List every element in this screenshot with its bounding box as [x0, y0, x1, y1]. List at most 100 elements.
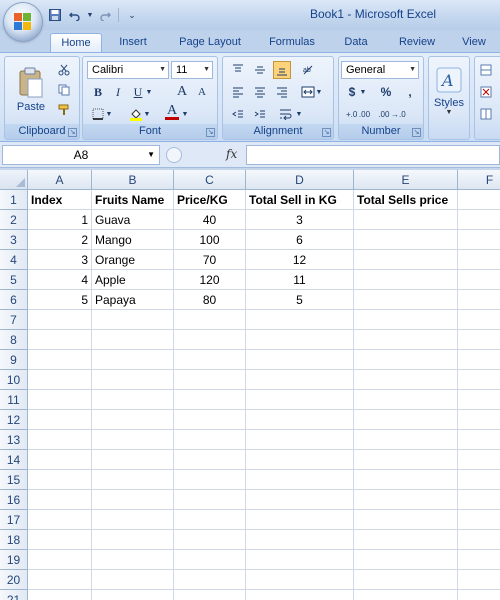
tab-data[interactable]: Data — [336, 33, 376, 52]
cell-d4[interactable]: 12 — [246, 250, 354, 270]
undo-icon[interactable] — [66, 7, 84, 23]
cell-e20[interactable] — [354, 570, 458, 590]
cell-b17[interactable] — [92, 510, 174, 530]
cell-e4[interactable] — [354, 250, 458, 270]
shrink-font-button[interactable]: A — [193, 83, 211, 101]
cell-f4[interactable] — [458, 250, 500, 270]
column-header-b[interactable]: B — [92, 170, 174, 190]
cell-d1[interactable]: Total Sell in KG — [246, 190, 354, 210]
number-format-select[interactable]: General ▼ — [341, 61, 419, 79]
wrap-text-icon[interactable] — [277, 105, 295, 123]
cell-f12[interactable] — [458, 410, 500, 430]
cut-icon[interactable] — [55, 61, 73, 79]
cell-f9[interactable] — [458, 350, 500, 370]
font-name-select[interactable]: Calibri ▼ — [87, 61, 169, 79]
cell-a3[interactable]: 2 — [28, 230, 92, 250]
cell-f11[interactable] — [458, 390, 500, 410]
cell-e19[interactable] — [354, 550, 458, 570]
align-bottom-icon[interactable] — [273, 61, 291, 79]
row-header-9[interactable]: 9 — [0, 350, 28, 370]
cell-e15[interactable] — [354, 470, 458, 490]
currency-dropdown-icon[interactable]: ▼ — [359, 83, 367, 101]
cell-d19[interactable] — [246, 550, 354, 570]
cell-a8[interactable] — [28, 330, 92, 350]
cell-a21[interactable] — [28, 590, 92, 600]
dropdown-icon[interactable]: ▼ — [86, 7, 94, 23]
cell-f7[interactable] — [458, 310, 500, 330]
comma-button[interactable]: , — [401, 83, 419, 101]
tab-view[interactable]: View — [454, 33, 494, 52]
bold-button[interactable]: B — [89, 83, 107, 101]
cell-e21[interactable] — [354, 590, 458, 600]
cell-a12[interactable] — [28, 410, 92, 430]
cell-d6[interactable]: 5 — [246, 290, 354, 310]
formula-input[interactable] — [246, 145, 500, 165]
cell-e7[interactable] — [354, 310, 458, 330]
row-header-20[interactable]: 20 — [0, 570, 28, 590]
cell-d18[interactable] — [246, 530, 354, 550]
cell-f5[interactable] — [458, 270, 500, 290]
format-cells-icon[interactable] — [477, 105, 495, 123]
insert-cells-icon[interactable] — [477, 61, 495, 79]
cell-c20[interactable] — [174, 570, 246, 590]
cell-b11[interactable] — [92, 390, 174, 410]
cell-f3[interactable] — [458, 230, 500, 250]
cell-f18[interactable] — [458, 530, 500, 550]
cell-e2[interactable] — [354, 210, 458, 230]
cell-a20[interactable] — [28, 570, 92, 590]
cell-a10[interactable] — [28, 370, 92, 390]
cell-a7[interactable] — [28, 310, 92, 330]
cell-a17[interactable] — [28, 510, 92, 530]
italic-button[interactable]: I — [109, 83, 127, 101]
column-header-e[interactable]: E — [354, 170, 458, 190]
increase-indent-icon[interactable] — [251, 105, 269, 123]
alignment-launcher-icon[interactable]: ↘ — [322, 128, 331, 137]
cell-d10[interactable] — [246, 370, 354, 390]
column-header-c[interactable]: C — [174, 170, 246, 190]
decrease-decimal-button[interactable]: .00 →.0 — [377, 105, 407, 123]
increase-decimal-button[interactable]: +.0 .00 — [343, 105, 373, 123]
cell-c3[interactable]: 100 — [174, 230, 246, 250]
cell-d17[interactable] — [246, 510, 354, 530]
cell-b9[interactable] — [92, 350, 174, 370]
font-size-select[interactable]: 11 ▼ — [171, 61, 213, 79]
cell-a11[interactable] — [28, 390, 92, 410]
cell-a5[interactable]: 4 — [28, 270, 92, 290]
tab-formulas[interactable]: Formulas — [260, 33, 324, 52]
cell-a13[interactable] — [28, 430, 92, 450]
cell-a18[interactable] — [28, 530, 92, 550]
name-box[interactable]: A8 ▼ — [2, 145, 160, 165]
save-icon[interactable] — [46, 7, 64, 23]
number-launcher-icon[interactable]: ↘ — [412, 128, 421, 137]
font-color-button[interactable]: A — [163, 103, 181, 121]
merge-dropdown-icon[interactable]: ▼ — [315, 83, 323, 101]
font-launcher-icon[interactable]: ↘ — [206, 128, 215, 137]
cell-b2[interactable]: Guava — [92, 210, 174, 230]
percent-button[interactable]: % — [377, 83, 395, 101]
cell-f6[interactable] — [458, 290, 500, 310]
cell-c6[interactable]: 80 — [174, 290, 246, 310]
cell-d15[interactable] — [246, 470, 354, 490]
cell-e12[interactable] — [354, 410, 458, 430]
decrease-indent-icon[interactable] — [229, 105, 247, 123]
cell-b13[interactable] — [92, 430, 174, 450]
delete-cells-icon[interactable] — [477, 83, 495, 101]
cell-c11[interactable] — [174, 390, 246, 410]
cell-b5[interactable]: Apple — [92, 270, 174, 290]
row-header-15[interactable]: 15 — [0, 470, 28, 490]
cell-f10[interactable] — [458, 370, 500, 390]
row-header-3[interactable]: 3 — [0, 230, 28, 250]
tab-page-layout[interactable]: Page Layout — [170, 33, 250, 52]
column-header-a[interactable]: A — [28, 170, 92, 190]
align-top-icon[interactable] — [229, 61, 247, 79]
cell-d7[interactable] — [246, 310, 354, 330]
redo-icon[interactable] — [96, 7, 114, 23]
cell-d2[interactable]: 3 — [246, 210, 354, 230]
orientation-icon[interactable]: ab — [299, 61, 317, 79]
tab-home[interactable]: Home — [50, 33, 102, 52]
cell-e16[interactable] — [354, 490, 458, 510]
cell-c9[interactable] — [174, 350, 246, 370]
row-header-2[interactable]: 2 — [0, 210, 28, 230]
cell-a16[interactable] — [28, 490, 92, 510]
cell-c10[interactable] — [174, 370, 246, 390]
